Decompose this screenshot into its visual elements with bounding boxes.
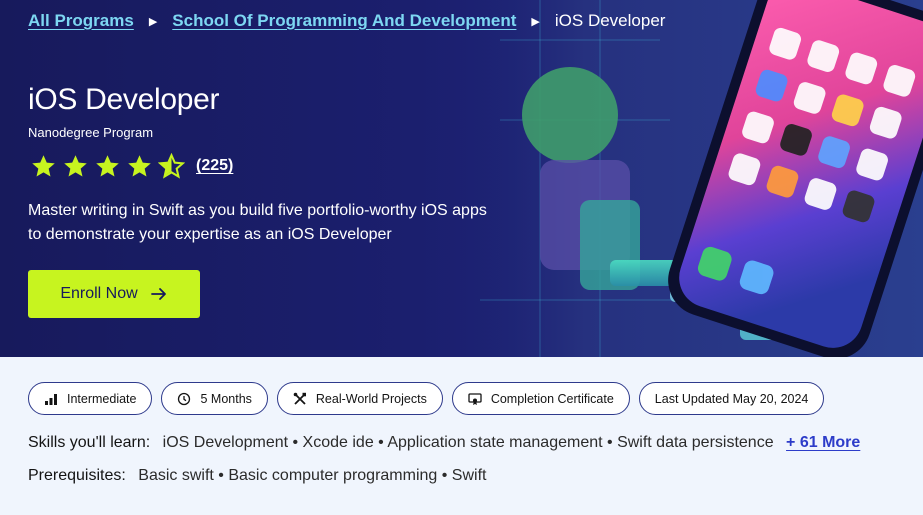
bar-chart-icon [45,393,57,405]
prerequisites-row: Prerequisites: Basic swift • Basic compu… [28,467,486,485]
prerequisites-label: Prerequisites: [28,467,126,484]
chevron-right-icon: ▶ [531,15,540,28]
program-type: Nanodegree Program [28,125,154,140]
chip-level: Intermediate [28,382,153,415]
more-skills-link[interactable]: + 61 More [786,434,860,451]
arrow-right-icon [150,288,166,300]
chip-certificate: Completion Certificate [451,382,630,415]
chip-projects: Real-World Projects [276,382,443,415]
tools-icon [293,392,306,405]
certificate-icon [468,392,482,405]
star-full-icon [64,154,87,177]
prerequisites-list: Basic swift • Basic computer programming… [138,467,487,484]
chip-duration: 5 Months [161,382,268,415]
star-half-icon [158,152,185,179]
breadcrumb-current: iOS Developer [554,11,666,30]
skills-row: Skills you'll learn: iOS Development • X… [28,434,860,452]
chevron-right-icon: ▶ [148,15,158,28]
star-full-icon [32,154,55,177]
skills-list: iOS Development • Xcode ide • Applicatio… [162,434,774,451]
enroll-now-button[interactable]: Enroll Now [28,270,200,318]
clock-icon [178,392,191,405]
chip-last-updated: Last Updated May 20, 2024 [638,382,825,415]
skills-label: Skills you'll learn: [28,434,151,451]
breadcrumb-all-programs[interactable]: All Programs [28,11,134,31]
enroll-now-label: Enroll Now [60,285,138,302]
breadcrumb: All Programs ▶ School Of Programming And… [28,9,665,33]
program-details-chips: Intermediate 5 Months Real-World Project… [28,382,825,415]
hero-banner: All Programs ▶ School Of Programming And… [0,0,923,357]
star-full-icon [128,154,151,177]
breadcrumb-school[interactable]: School Of Programming And Development [172,11,516,31]
program-description: Master writing in Swift as you build fiv… [28,202,487,243]
star-rating: (225) [30,152,233,180]
page-title: iOS Developer [28,83,220,116]
star-full-icon [96,154,119,177]
rating-count-link[interactable]: (225) [196,157,233,175]
hero-phone-illustration [440,0,923,357]
